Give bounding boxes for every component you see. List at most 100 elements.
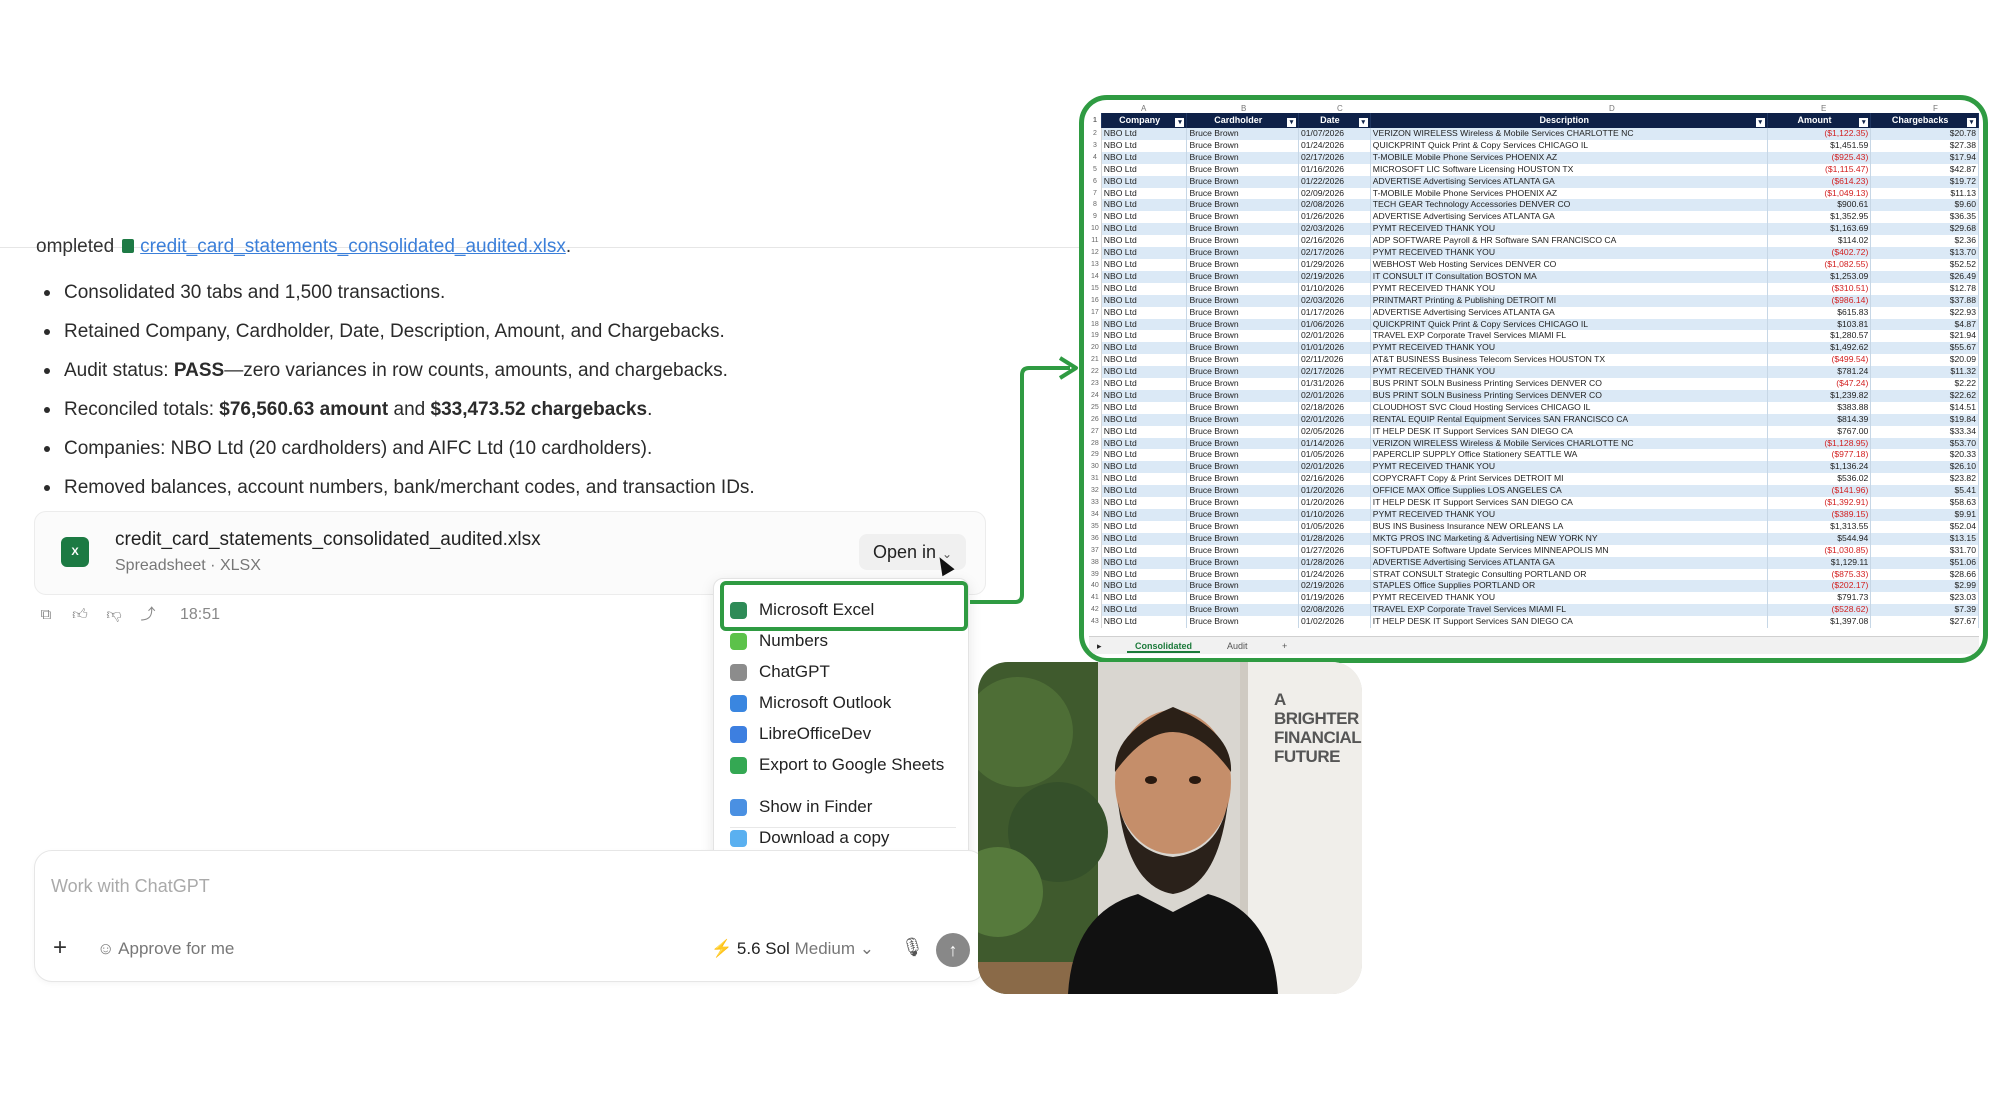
- table-cell[interactable]: Bruce Brown: [1186, 270, 1299, 283]
- table-cell[interactable]: $2.99: [1870, 580, 1979, 593]
- table-cell[interactable]: NBO Ltd: [1101, 366, 1188, 379]
- table-cell[interactable]: 01/10/2026: [1298, 509, 1371, 521]
- table-cell[interactable]: NBO Ltd: [1101, 235, 1188, 248]
- table-cell[interactable]: Bruce Brown: [1186, 401, 1299, 414]
- table-cell[interactable]: $7.39: [1870, 604, 1979, 617]
- table-cell[interactable]: ($202.17): [1767, 580, 1872, 593]
- table-cell[interactable]: 02/11/2026: [1298, 354, 1371, 367]
- table-cell[interactable]: 02/03/2026: [1298, 223, 1371, 236]
- table-cell[interactable]: Bruce Brown: [1186, 199, 1299, 212]
- table-cell[interactable]: $2.22: [1870, 378, 1979, 390]
- column-header[interactable]: Date ▾: [1298, 113, 1371, 128]
- table-cell[interactable]: Bruce Brown: [1186, 497, 1299, 509]
- table-cell[interactable]: BUS PRINT SOLN Business Printing Service…: [1370, 378, 1768, 390]
- table-cell[interactable]: 01/01/2026: [1298, 342, 1371, 355]
- table-cell[interactable]: $20.78: [1870, 128, 1979, 140]
- table-cell[interactable]: Bruce Brown: [1186, 616, 1299, 629]
- table-cell[interactable]: NBO Ltd: [1101, 604, 1188, 617]
- table-cell[interactable]: 02/01/2026: [1298, 389, 1371, 402]
- table-cell[interactable]: Bruce Brown: [1186, 223, 1299, 236]
- table-cell[interactable]: ($389.15): [1767, 509, 1872, 521]
- table-cell[interactable]: $21.94: [1870, 330, 1979, 343]
- table-cell[interactable]: ($1,082.55): [1767, 258, 1872, 271]
- table-cell[interactable]: $791.73: [1767, 592, 1872, 605]
- table-cell[interactable]: ($141.96): [1767, 485, 1872, 498]
- table-cell[interactable]: $58.63: [1870, 497, 1979, 509]
- table-cell[interactable]: Bruce Brown: [1186, 473, 1299, 486]
- table-cell[interactable]: PYMT RECEIVED THANK YOU: [1370, 223, 1768, 236]
- table-cell[interactable]: BUS INS Business Insurance NEW ORLEANS L…: [1370, 520, 1768, 533]
- table-cell[interactable]: $33.34: [1870, 425, 1979, 438]
- table-cell[interactable]: $55.67: [1870, 342, 1979, 355]
- table-cell[interactable]: $1,492.62: [1767, 342, 1872, 355]
- table-cell[interactable]: 01/06/2026: [1298, 318, 1371, 331]
- table-cell[interactable]: $1,451.59: [1767, 139, 1872, 152]
- table-cell[interactable]: NBO Ltd: [1101, 330, 1188, 343]
- table-cell[interactable]: Bruce Brown: [1186, 378, 1299, 390]
- table-cell[interactable]: $23.03: [1870, 592, 1979, 605]
- table-cell[interactable]: Bruce Brown: [1186, 282, 1299, 295]
- table-cell[interactable]: PRINTMART Printing & Publishing DETROIT …: [1370, 294, 1768, 307]
- table-cell[interactable]: MKTG PROS INC Marketing & Advertising NE…: [1370, 532, 1768, 545]
- table-cell[interactable]: RENTAL EQUIP Rental Equipment Services S…: [1370, 413, 1768, 426]
- table-cell[interactable]: $37.88: [1870, 294, 1979, 307]
- table-cell[interactable]: Bruce Brown: [1186, 318, 1299, 331]
- table-cell[interactable]: Bruce Brown: [1186, 258, 1299, 271]
- table-cell[interactable]: 02/17/2026: [1298, 366, 1371, 379]
- table-cell[interactable]: NBO Ltd: [1101, 282, 1188, 295]
- table-cell[interactable]: IT HELP DESK IT Support Services SAN DIE…: [1370, 497, 1768, 509]
- table-cell[interactable]: NBO Ltd: [1101, 270, 1188, 283]
- table-cell[interactable]: $1,129.11: [1767, 556, 1872, 569]
- table-cell[interactable]: 01/22/2026: [1298, 175, 1371, 188]
- table-cell[interactable]: $27.38: [1870, 139, 1979, 152]
- approve-for-me-button[interactable]: ☺ Approve for me: [97, 939, 234, 959]
- table-cell[interactable]: $5.41: [1870, 485, 1979, 498]
- table-cell[interactable]: Bruce Brown: [1186, 139, 1299, 152]
- table-cell[interactable]: STAPLES Office Supplies PORTLAND OR: [1370, 580, 1768, 593]
- table-cell[interactable]: VERIZON WIRELESS Wireless & Mobile Servi…: [1370, 437, 1768, 450]
- table-cell[interactable]: NBO Ltd: [1101, 389, 1188, 402]
- table-cell[interactable]: ($986.14): [1767, 294, 1872, 307]
- table-cell[interactable]: 02/16/2026: [1298, 473, 1371, 486]
- thumbs-down-icon[interactable]: 👎︎: [104, 606, 124, 624]
- table-cell[interactable]: $14.51: [1870, 401, 1979, 414]
- table-cell[interactable]: NBO Ltd: [1101, 544, 1188, 557]
- table-cell[interactable]: NBO Ltd: [1101, 354, 1188, 367]
- table-cell[interactable]: NBO Ltd: [1101, 580, 1188, 593]
- table-cell[interactable]: $536.02: [1767, 473, 1872, 486]
- model-selector[interactable]: ⚡ 5.6 Sol Medium ⌄: [711, 939, 874, 959]
- table-cell[interactable]: $23.82: [1870, 473, 1979, 486]
- table-cell[interactable]: ($925.43): [1767, 151, 1872, 164]
- table-cell[interactable]: Bruce Brown: [1186, 306, 1299, 319]
- table-cell[interactable]: 01/16/2026: [1298, 163, 1371, 176]
- table-cell[interactable]: $53.70: [1870, 437, 1979, 450]
- table-cell[interactable]: NBO Ltd: [1101, 378, 1188, 390]
- table-cell[interactable]: Bruce Brown: [1186, 294, 1299, 307]
- table-cell[interactable]: PYMT RECEIVED THANK YOU: [1370, 509, 1768, 521]
- table-cell[interactable]: 02/01/2026: [1298, 461, 1371, 474]
- table-cell[interactable]: Bruce Brown: [1186, 330, 1299, 343]
- table-cell[interactable]: ADVERTISE Advertising Services ATLANTA G…: [1370, 306, 1768, 319]
- table-cell[interactable]: AT&T BUSINESS Business Telecom Services …: [1370, 354, 1768, 367]
- table-cell[interactable]: Bruce Brown: [1186, 556, 1299, 569]
- table-cell[interactable]: IT HELP DESK IT Support Services SAN DIE…: [1370, 616, 1768, 629]
- filter-dropdown-icon[interactable]: ▾: [1358, 117, 1368, 127]
- table-cell[interactable]: MICROSOFT LIC Software Licensing HOUSTON…: [1370, 163, 1768, 176]
- thumbs-up-icon[interactable]: 👍︎: [70, 606, 90, 624]
- table-cell[interactable]: $27.67: [1870, 616, 1979, 629]
- tab-audit[interactable]: Audit: [1227, 641, 1248, 651]
- table-cell[interactable]: ($499.54): [1767, 354, 1872, 367]
- menu-item-chatgpt[interactable]: ChatGPT: [730, 657, 960, 687]
- table-cell[interactable]: NBO Ltd: [1101, 616, 1188, 629]
- table-cell[interactable]: Bruce Brown: [1186, 461, 1299, 474]
- completed-file-link[interactable]: credit_card_statements_consolidated_audi…: [140, 236, 566, 257]
- table-cell[interactable]: IT HELP DESK IT Support Services SAN DIE…: [1370, 425, 1768, 438]
- table-cell[interactable]: NBO Ltd: [1101, 437, 1188, 450]
- filter-dropdown-icon[interactable]: ▾: [1175, 117, 1185, 127]
- table-cell[interactable]: Bruce Brown: [1186, 544, 1299, 557]
- table-cell[interactable]: NBO Ltd: [1101, 497, 1188, 509]
- menu-item-outlook[interactable]: Microsoft Outlook: [730, 688, 960, 718]
- microphone-icon[interactable]: 🎙︎: [901, 937, 924, 958]
- table-cell[interactable]: NBO Ltd: [1101, 413, 1188, 426]
- table-cell[interactable]: $17.94: [1870, 151, 1979, 164]
